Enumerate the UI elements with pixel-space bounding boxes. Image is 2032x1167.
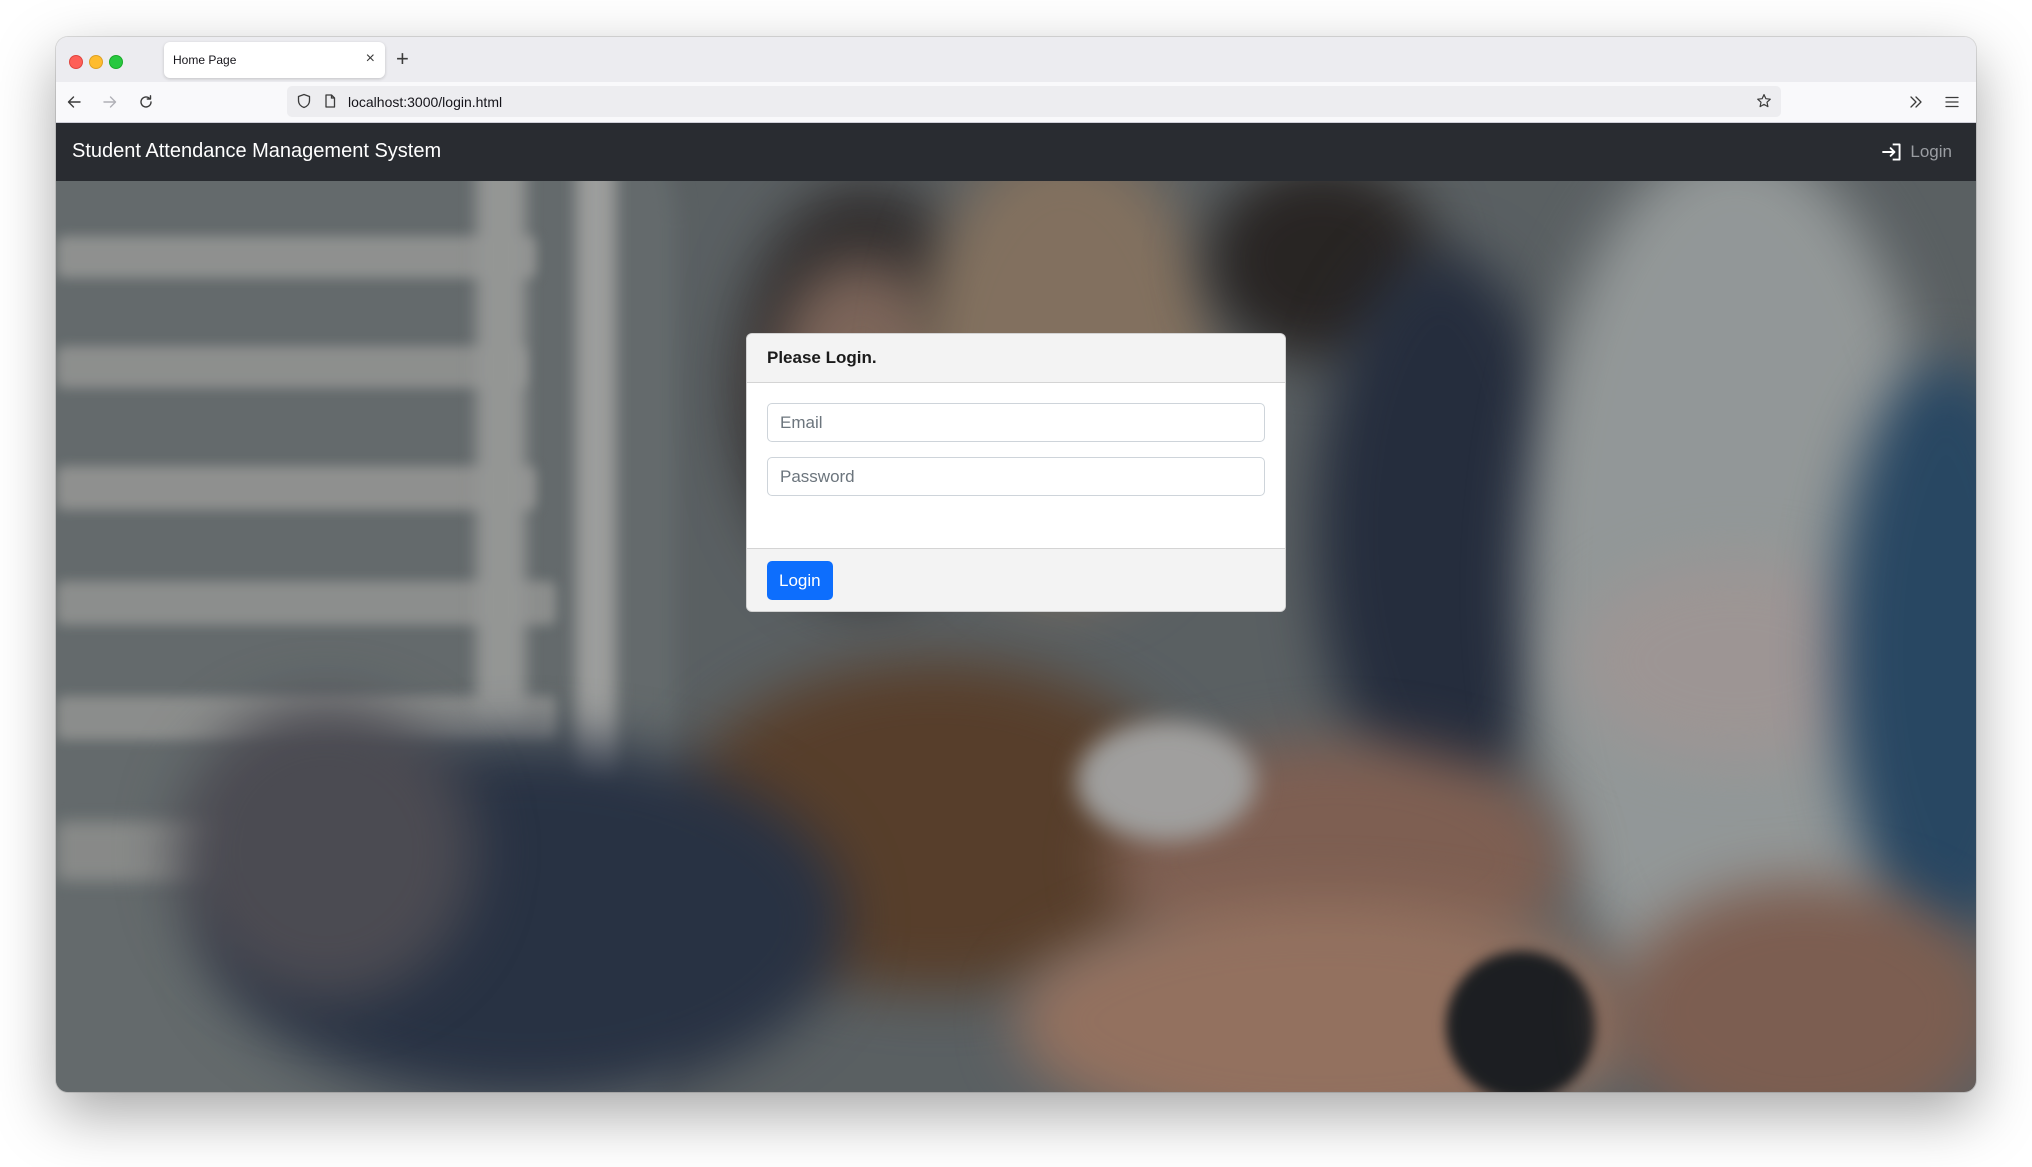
- chevrons-right-icon: [1910, 96, 1922, 108]
- maximize-window-button[interactable]: [109, 55, 123, 69]
- close-window-button[interactable]: [69, 55, 83, 69]
- brand-title[interactable]: Student Attendance Management System: [72, 140, 441, 163]
- address-bar[interactable]: localhost:3000/login.html: [287, 86, 1781, 117]
- page-content: Student Attendance Management System Log…: [56, 123, 1976, 1092]
- password-input[interactable]: [767, 457, 1265, 496]
- hamburger-menu-icon: [1945, 96, 1959, 108]
- background-overlay: [56, 181, 1976, 1092]
- browser-window: Home Page × + localhost:3000/login.html: [56, 37, 1976, 1092]
- back-button[interactable]: [62, 90, 86, 114]
- shield-icon[interactable]: [296, 93, 312, 109]
- reload-button[interactable]: [134, 90, 158, 114]
- tab-title: Home Page: [173, 53, 237, 67]
- nav-login-label: Login: [1910, 142, 1952, 161]
- tab-home-page[interactable]: Home Page ×: [164, 42, 385, 78]
- background-photo: [56, 181, 1976, 1092]
- login-card: Please Login. Login: [746, 333, 1286, 612]
- login-card-header: Please Login.: [747, 334, 1285, 383]
- browser-toolbar: localhost:3000/login.html: [56, 82, 1976, 123]
- star-icon[interactable]: [1756, 93, 1772, 109]
- app-menu-button[interactable]: [1940, 90, 1964, 114]
- overflow-menu-button[interactable]: [1904, 90, 1928, 114]
- url-text[interactable]: localhost:3000/login.html: [348, 94, 502, 110]
- arrow-left-icon: [67, 96, 81, 108]
- login-card-footer: Login: [747, 548, 1285, 611]
- tab-strip: Home Page × +: [56, 37, 1976, 82]
- login-button[interactable]: Login: [767, 561, 833, 600]
- login-card-title: Please Login.: [767, 348, 877, 367]
- plus-icon[interactable]: +: [396, 45, 409, 73]
- reload-icon: [140, 95, 152, 108]
- navbar: Student Attendance Management System Log…: [56, 123, 1976, 181]
- nav-login-link[interactable]: Login: [1881, 141, 1952, 163]
- box-arrow-in-right-icon: [1882, 143, 1901, 161]
- forward-button[interactable]: [98, 90, 122, 114]
- email-input[interactable]: [767, 403, 1265, 442]
- login-card-body: [747, 383, 1285, 532]
- arrow-right-icon: [103, 96, 117, 108]
- minimize-window-button[interactable]: [89, 55, 103, 69]
- close-icon[interactable]: ×: [366, 49, 375, 69]
- page-icon[interactable]: [322, 93, 338, 109]
